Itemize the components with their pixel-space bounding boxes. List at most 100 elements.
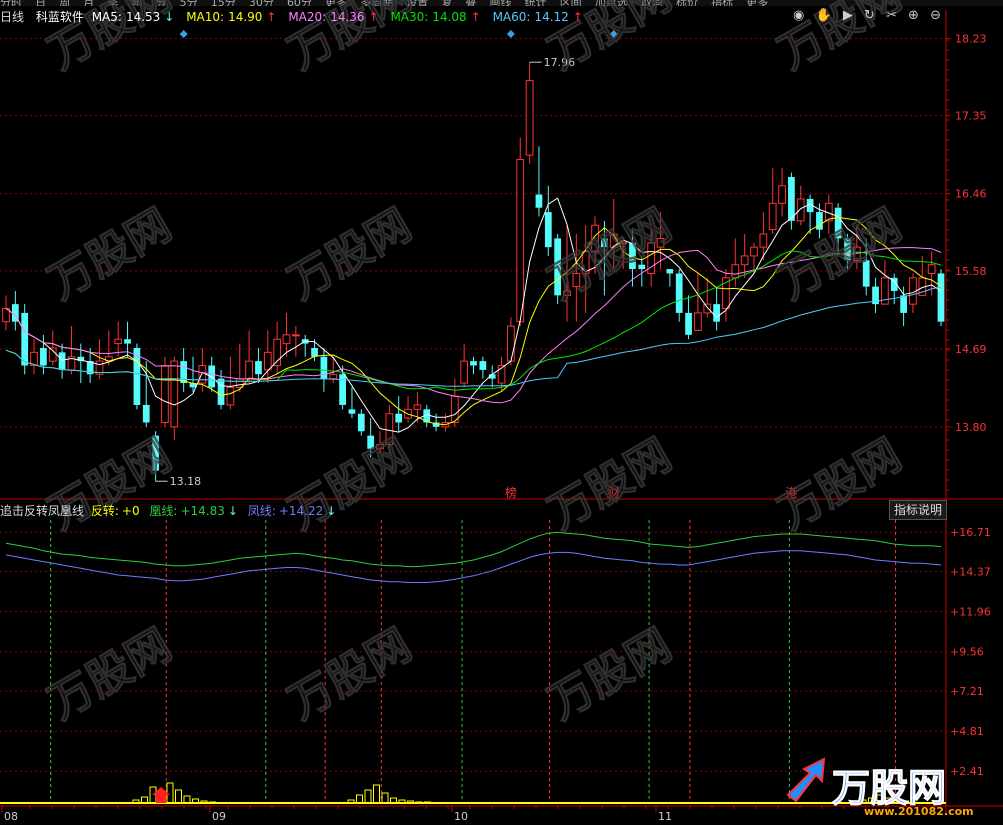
eye-icon[interactable]: ◉: [793, 8, 804, 23]
candle-body-down: [685, 312, 692, 335]
watermark-stamp: 万股网: [40, 619, 180, 729]
candle-body-up: [703, 303, 712, 314]
watermark-stamp: 万股网: [40, 199, 180, 309]
indicator-info-line: 追击反转凤凰线 反转: +0 凰线: +14.83 ↓ 凤线: +14.22 ↓: [0, 502, 342, 518]
candle-body-down: [675, 273, 683, 313]
candle-body-up: [750, 246, 758, 257]
feng-label: 凤线:: [247, 504, 276, 518]
candle-body-down: [255, 361, 262, 375]
candle-body-down: [58, 352, 66, 370]
indicator-bar: [132, 799, 140, 804]
y-tick-label: 13.80: [955, 421, 987, 434]
candle-body-down: [816, 212, 823, 230]
candle-body-up: [226, 386, 235, 406]
candle-body-down: [937, 273, 945, 322]
chart-canvas[interactable]: 18.23 17.35 16.46 15.58 14.69 13.80 +16.71 +14.…: [0, 0, 1003, 825]
watermark-stamp: 万股网: [540, 199, 680, 309]
candle-body-down: [339, 374, 346, 405]
candle-body-down: [311, 347, 318, 357]
candle-body-down: [320, 356, 328, 379]
indicator-name[interactable]: 追击反转凤凰线: [0, 504, 84, 518]
candle-body-down: [479, 361, 487, 370]
candle-body-up: [263, 351, 272, 371]
candle-body-down: [713, 304, 720, 322]
y-tick-label: 14.69: [955, 343, 987, 356]
ma60-label: MA60:: [492, 10, 531, 24]
candle-body-up: [413, 404, 422, 410]
candle-body-down: [666, 269, 674, 274]
candle-body-up: [291, 334, 300, 337]
candle-body-down: [142, 404, 150, 423]
huang-label: 凰线:: [149, 504, 178, 518]
period-label[interactable]: 日线: [0, 10, 24, 24]
huang-line: [5, 531, 942, 568]
diamond-marker-icon: [506, 30, 515, 38]
zoom-out-icon[interactable]: ⊖: [930, 8, 941, 23]
indicator-bar: [166, 782, 174, 804]
candle-body-up: [525, 80, 534, 156]
candle-body-up: [778, 185, 786, 204]
candle-body-down: [357, 413, 365, 432]
arrow-up-icon: ↑: [266, 10, 277, 24]
play-icon[interactable]: ▶: [843, 8, 853, 23]
candle-body-down: [217, 378, 225, 405]
candle-body-up: [731, 264, 740, 279]
ma10-value: 14.90: [228, 10, 263, 24]
arrow-down-icon: ↓: [326, 504, 337, 518]
hand-icon[interactable]: ✋: [815, 8, 831, 23]
ma30-label: MA30:: [390, 10, 429, 24]
zoom-in-icon[interactable]: ⊕: [908, 8, 919, 23]
watermark-stamp: 万股网: [770, 429, 910, 539]
x-tick-label: 11: [658, 810, 672, 823]
diamond-marker-icon: [179, 30, 188, 38]
candle-body-down: [544, 212, 552, 248]
indicator-tick-label: +11.96: [950, 606, 991, 619]
candle-body-up: [460, 360, 469, 384]
ma5-value: 14.53: [125, 10, 161, 24]
ma30-reading: MA30: 14.08 ↑: [390, 10, 488, 24]
y-tick-label: 18.23: [955, 33, 987, 46]
x-tick-label: 10: [454, 810, 468, 823]
huang-reading: 凰线: +14.83 ↓: [149, 504, 244, 518]
ma5-reading: MA5: 14.53 ↓: [92, 10, 183, 24]
feng-line: [5, 550, 942, 583]
huang-value: +14.83: [180, 504, 225, 518]
candle-body-up: [759, 233, 768, 248]
chart-tool-icons: ◉ ✋ ▶ ↻ ✂ ⊕ ⊖: [786, 8, 941, 23]
indicator-bar: [347, 799, 355, 804]
candle-body-down: [900, 295, 907, 313]
candle-body-up: [927, 264, 936, 274]
candle-body-up: [198, 365, 207, 384]
watermark-stamp: 万股网: [40, 429, 180, 539]
candle-body-up: [245, 360, 253, 380]
candle-body-up: [114, 338, 123, 345]
indicator-bar: [364, 789, 372, 804]
indicator-bar: [424, 801, 431, 804]
ma20-reading: MA20: 14.36 ↑: [288, 10, 386, 24]
y-tick-label: 17.35: [955, 110, 987, 123]
candle-body-down: [348, 409, 356, 414]
indicator-tick-label: +9.56: [950, 646, 984, 659]
ma10-label: MA10:: [186, 10, 225, 24]
watermark-stamp: 万股网: [280, 619, 420, 729]
candle-body-up: [170, 360, 179, 428]
loop-icon[interactable]: ↻: [864, 8, 875, 23]
logo-arrow-icon: [786, 757, 826, 803]
ma60-reading: MA60: 14.12 ↑: [493, 10, 587, 24]
candle-body-up: [282, 334, 291, 345]
cut-icon[interactable]: ✂: [886, 8, 897, 23]
indicator-tick-label: +14.37: [950, 565, 991, 578]
indicator-tick-label: +7.21: [950, 685, 984, 698]
candle-body-up: [507, 325, 515, 362]
indicator-bar: [398, 799, 406, 804]
candle-body-up: [161, 365, 169, 423]
watermark-stamp: 万股网: [540, 429, 680, 539]
candle-body-down: [124, 339, 131, 344]
indicator-bar: [415, 801, 423, 804]
indicator-bar: [381, 792, 389, 804]
feng-value: +14.22: [278, 504, 324, 518]
candle-body-down: [470, 361, 477, 366]
indicator-bar: [183, 795, 191, 804]
arrow-up-icon: ↑: [368, 10, 379, 24]
indicator-help-button[interactable]: 指标说明: [889, 500, 947, 520]
